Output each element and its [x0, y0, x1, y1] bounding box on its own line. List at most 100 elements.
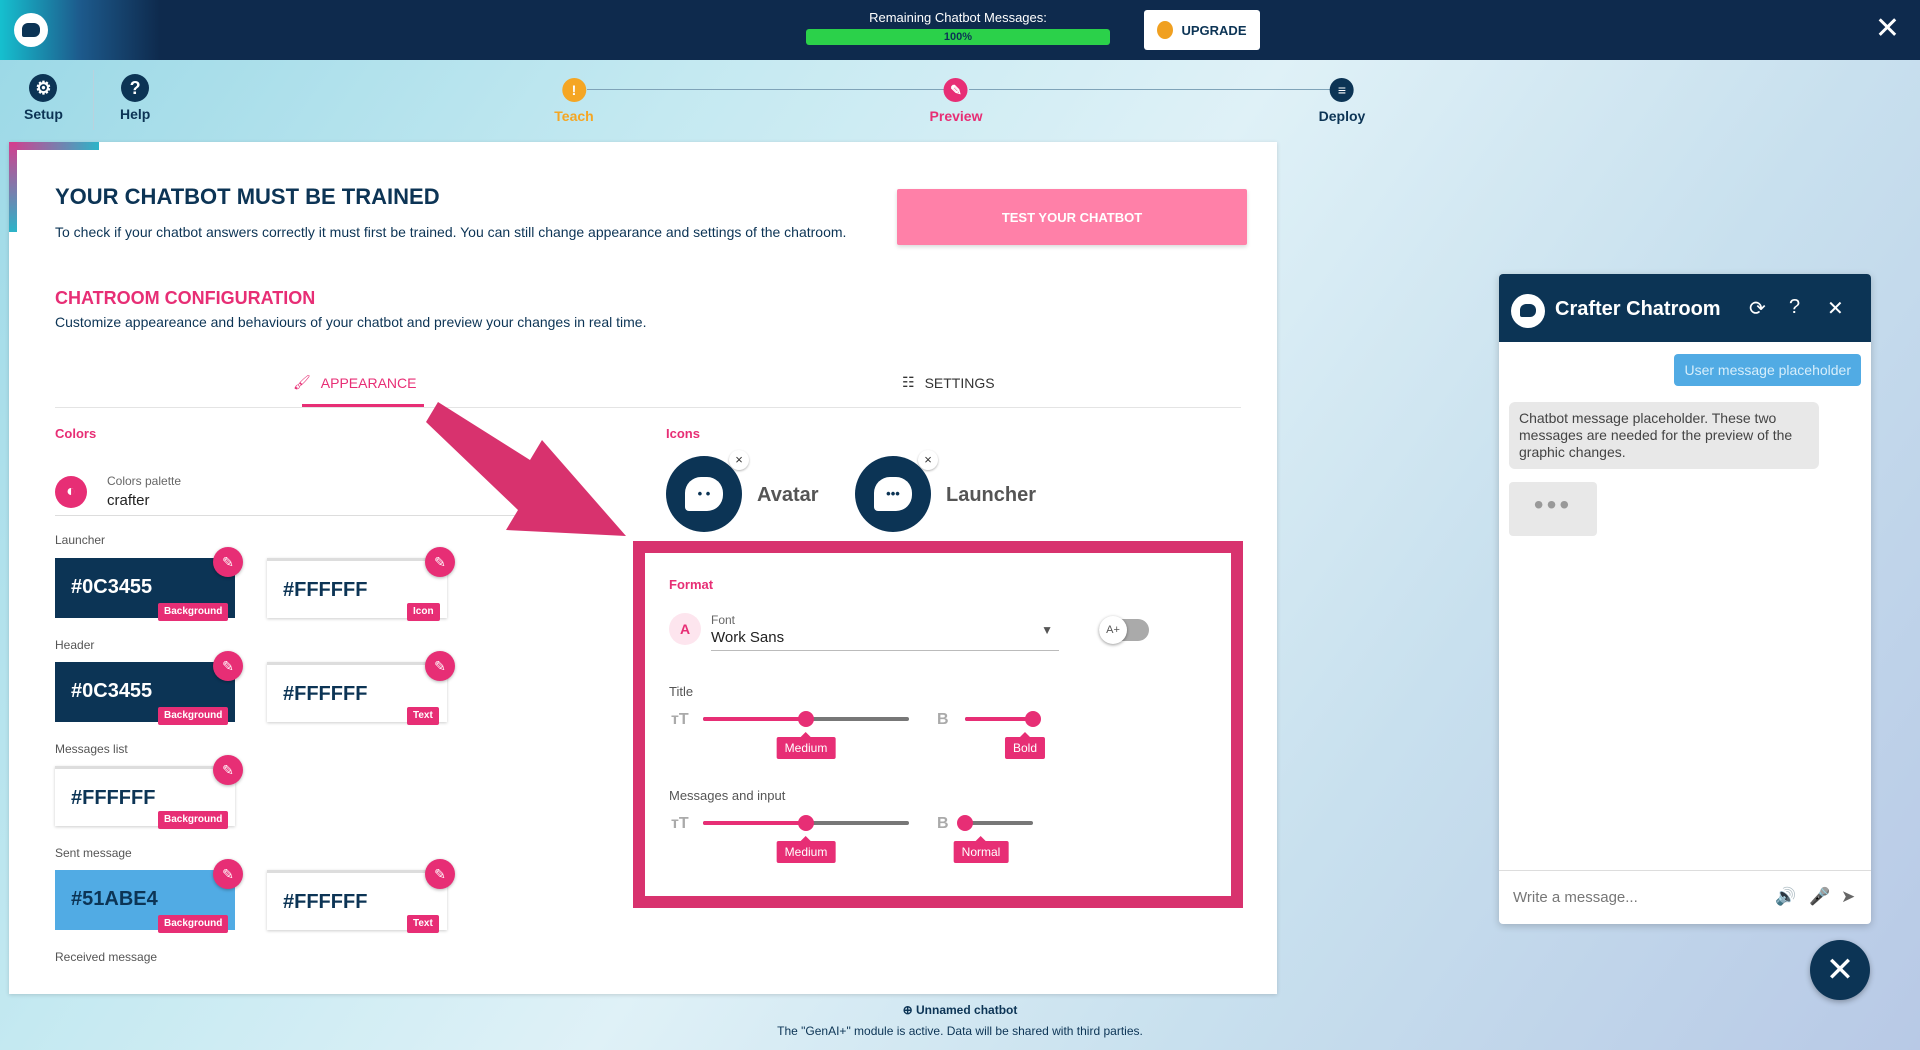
title-weight-value: Bold	[1004, 732, 1046, 759]
icons-section-title: Icons	[666, 426, 700, 441]
text-size-icon: тT	[671, 815, 689, 832]
title-size-slider[interactable]	[703, 711, 909, 727]
sent-message-colors-label: Sent message	[55, 846, 132, 860]
bold-icon: B	[937, 815, 949, 832]
stepper-line	[969, 89, 1333, 90]
config-description: Customize appeareance and behaviours of …	[55, 314, 647, 330]
medal-icon	[1157, 21, 1174, 39]
step-deploy[interactable]: ≡ Deploy	[1318, 78, 1366, 124]
eyedropper-icon[interactable]: ✎	[425, 859, 455, 889]
launcher-image[interactable]: •••	[855, 456, 931, 532]
slider-thumb[interactable]	[957, 815, 973, 831]
pencil-icon: ✎	[944, 78, 968, 102]
training-title: YOUR CHATBOT MUST BE TRAINED	[55, 184, 440, 209]
upgrade-button[interactable]: UPGRADE	[1144, 10, 1260, 50]
slider-thumb[interactable]	[798, 711, 814, 727]
palette-label: Colors palette	[107, 474, 182, 488]
config-title: CHATROOM CONFIGURATION	[55, 288, 316, 308]
config-tabs: 🖌 APPEARANCE ☷ SETTINGS	[55, 362, 1241, 408]
bold-icon: B	[937, 711, 949, 728]
warning-icon: !	[562, 78, 586, 102]
text-tag[interactable]: Text	[407, 915, 439, 933]
slider-thumb[interactable]	[798, 815, 814, 831]
eyedropper-icon[interactable]: ✎	[213, 547, 243, 577]
text-tag[interactable]: Text	[407, 707, 439, 725]
quota-progress-bar: 100%	[806, 29, 1110, 45]
slider-fill	[965, 717, 1033, 721]
chatbot-name-label: Unnamed chatbot	[916, 1003, 1018, 1017]
gear-icon: ⚙	[29, 74, 58, 102]
sliders-icon: ☷	[902, 374, 915, 390]
help-button[interactable]: ? Help	[120, 74, 150, 122]
slider-thumb[interactable]	[1025, 711, 1041, 727]
header-colors-label: Header	[55, 638, 95, 652]
panel-accent	[9, 142, 17, 232]
text-size-icon: тT	[671, 711, 689, 728]
font-select[interactable]: Font Work Sans ▼	[711, 609, 1059, 651]
format-section-title: Format	[669, 577, 714, 592]
messages-weight-slider[interactable]	[957, 815, 1033, 831]
background-tag[interactable]: Background	[158, 915, 229, 933]
tab-appearance[interactable]: 🖌 APPEARANCE	[293, 374, 416, 391]
step-teach[interactable]: ! Teach	[554, 78, 594, 124]
format-panel: Format A Font Work Sans ▼ A+ Title тT Me…	[633, 541, 1243, 908]
avatar-image[interactable]: • •	[666, 456, 742, 532]
toggle-knob: A+	[1099, 616, 1127, 644]
test-chatbot-button[interactable]: TEST YOUR CHATBOT	[897, 189, 1247, 245]
messages-size-slider[interactable]	[703, 815, 909, 831]
step-deploy-label: Deploy	[1318, 108, 1366, 124]
launcher-close-button[interactable]: ✕	[1810, 940, 1870, 1000]
background-tag[interactable]: Background	[158, 603, 229, 621]
colors-section-title: Colors	[55, 426, 97, 441]
chevron-down-icon: ▼	[1041, 623, 1053, 637]
messages-weight-value: Normal	[953, 836, 1009, 863]
background-tag[interactable]: Background	[158, 811, 229, 829]
message-composer: Write a message... 🔊 🎤 ➤	[1499, 870, 1871, 924]
title-size-value: Medium	[776, 732, 836, 759]
tab-appearance-label: APPEARANCE	[320, 374, 417, 391]
chatbot-name: ⊕ Unnamed chatbot	[0, 1003, 1920, 1017]
eyedropper-icon[interactable]: ✎	[425, 547, 455, 577]
eyedropper-icon[interactable]: ✎	[213, 651, 243, 681]
toolbar-divider	[93, 70, 94, 130]
eyedropper-icon[interactable]: ✎	[425, 651, 455, 681]
refresh-icon[interactable]: ⟳	[1749, 296, 1766, 321]
icon-tag[interactable]: Icon	[407, 603, 440, 621]
help-label: Help	[120, 106, 151, 122]
step-teach-label: Teach	[554, 108, 594, 124]
title-weight-slider[interactable]	[965, 711, 1041, 727]
remove-launcher-icon[interactable]: ×	[918, 450, 938, 470]
remove-avatar-icon[interactable]: ×	[729, 450, 749, 470]
help-icon[interactable]: ?	[1789, 296, 1800, 319]
eyedropper-icon[interactable]: ✎	[213, 755, 243, 785]
server-icon: ≡	[1330, 78, 1354, 102]
brush-icon: 🖌	[293, 374, 311, 390]
globe-icon: ⊕	[902, 1003, 917, 1017]
message-input[interactable]: Write a message...	[1513, 889, 1638, 906]
font-size-toggle[interactable]: A+	[1099, 616, 1149, 644]
message-quota: Remaining Chatbot Messages: 100%	[806, 10, 1110, 45]
app-logo[interactable]	[14, 13, 48, 47]
close-icon[interactable]: ✕	[1875, 14, 1900, 44]
setup-button[interactable]: ⚙ Setup	[24, 74, 63, 122]
training-description: To check if your chatbot answers correct…	[55, 224, 847, 240]
tab-settings-label: SETTINGS	[924, 374, 995, 391]
launcher-label: Launcher	[946, 484, 1037, 506]
slider-fill	[703, 717, 806, 721]
step-preview[interactable]: ✎ Preview	[930, 78, 982, 124]
chatroom-preview: Crafter Chatroom ⟳ ? ✕ User message plac…	[1499, 274, 1871, 924]
help-icon: ?	[121, 74, 150, 102]
close-icon[interactable]: ✕	[1827, 296, 1844, 321]
received-message-colors-label: Received message	[55, 950, 158, 964]
typing-indicator: •••	[1509, 482, 1597, 536]
speaker-icon[interactable]: 🔊	[1775, 887, 1796, 907]
messages-size-value: Medium	[776, 836, 836, 863]
slider-fill	[703, 821, 806, 825]
send-icon[interactable]: ➤	[1841, 887, 1855, 907]
avatar	[1511, 294, 1545, 328]
background-tag[interactable]: Background	[158, 707, 229, 725]
eyedropper-icon[interactable]: ✎	[213, 859, 243, 889]
title-format-label: Title	[669, 684, 694, 699]
tab-settings[interactable]: ☷ SETTINGS	[902, 374, 995, 391]
microphone-icon[interactable]: 🎤	[1809, 887, 1830, 907]
